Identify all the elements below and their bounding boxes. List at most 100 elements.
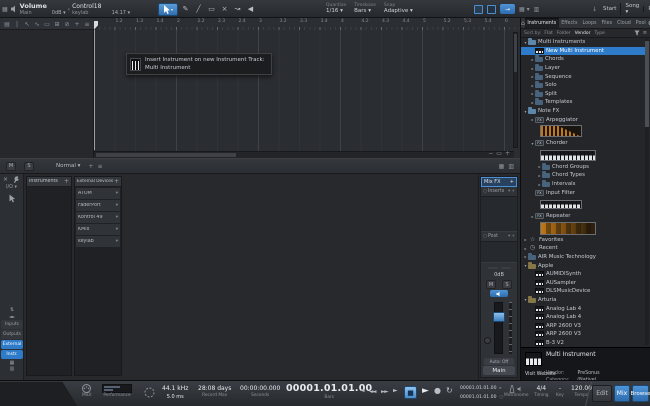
arrow-tool-button[interactable]: ▾ [158,2,178,16]
marker-icon[interactable]: | [12,21,22,28]
device-dropdown-icon[interactable]: ▾ [116,191,118,196]
previous-bar-button[interactable]: ◄ [360,387,365,394]
device-dropdown-icon[interactable]: ▾ [116,227,118,232]
pencil-tool-icon[interactable]: ╱ [192,5,205,13]
global-solo-button[interactable]: S [24,161,34,171]
punch-in-icon[interactable]: ▸ [500,385,502,393]
visit-website-link[interactable]: Visit Website [525,372,556,377]
quantize-value[interactable]: 1/16 ▾ [326,8,346,15]
browser-tree-item[interactable]: ▸ Chords [521,55,645,64]
inserts-dropdown-icon[interactable]: ▾ [508,189,510,194]
tab-effects[interactable]: Effects [559,18,580,28]
automation-icon[interactable]: ∿ [32,21,42,28]
loop-locators[interactable]: 00001.01.01.00 ▸ 00001.01.01.00 ○ [460,385,503,402]
device-dropdown-icon[interactable]: ▾ [116,203,118,208]
bend-tool-icon[interactable]: ↝ [231,5,244,13]
browser-scrollbar[interactable] [645,39,649,345]
browser-tree-item[interactable]: ARP 2600 V3 [521,321,645,330]
browse-view-button[interactable]: Browse [630,385,650,402]
automation-mode-button[interactable]: Auto: Off [484,358,514,365]
scroll-left-right-icon[interactable]: ◄► [0,314,24,319]
mixfx-add-icon[interactable]: + [510,179,514,185]
param-value[interactable]: 0dB ▾ [52,10,66,16]
project-page-button[interactable]: Project [643,6,650,12]
browser-tree-item[interactable]: DLSMusicDevice [521,287,645,296]
link-button[interactable] [487,266,498,269]
start-page-button[interactable]: Start [599,6,620,12]
browser-tree-item[interactable]: ▾ FX Chorder [521,139,645,148]
browser-tree-item[interactable]: New Multi Instrument [521,46,645,56]
snap-grid-toggle[interactable] [474,4,483,14]
browser-tree-item[interactable]: B-3 V2 [521,339,645,347]
device-dropdown-icon[interactable]: ▾ [116,215,118,220]
inserts-power-icon[interactable]: ○ [483,189,487,194]
device-row[interactable]: KMix ▾ [76,224,120,235]
browser-tree-item[interactable]: AUMIDISynth [521,270,645,279]
punch-out-icon[interactable]: ○ [500,394,504,402]
arrange-vertical-scrollbar[interactable] [513,32,518,148]
post-add-icon[interactable]: + [511,234,515,239]
edit-view-button[interactable]: Edit [592,385,612,402]
browser-tree-item[interactable]: ▾ Apple [521,261,645,270]
browser-tree-item[interactable]: AUSampler [521,278,645,287]
add-instrument-icon[interactable]: + [64,178,69,185]
external-devices-header[interactable]: External Devices + [75,177,121,187]
pointer-icon[interactable]: ↖ [22,21,32,28]
scrollbar-thumb[interactable] [645,41,649,127]
timebase-combo[interactable]: Timebase Bars ▾ [354,1,376,17]
zoom-in-button[interactable]: + [505,150,510,157]
browser-tree-item[interactable]: ARP 2600 V3 [521,330,645,339]
post-slot-area[interactable] [481,241,517,263]
inserts-header[interactable]: ○ Inserts ▾ + [481,187,517,196]
preview-thumbnail[interactable] [540,149,596,161]
add-track-icon[interactable]: + [72,21,82,28]
channel-solo-button[interactable]: S [502,280,512,289]
sidebar-tab-external[interactable]: External [1,340,23,349]
next-bar-button[interactable]: ► [393,387,398,394]
console-menu-button[interactable]: ≡ [97,163,102,170]
range-tool-icon[interactable]: ▭ [205,5,218,13]
console-narrow-icon[interactable]: ▥ [508,163,514,170]
scrollbar-thumb[interactable] [514,34,517,72]
device-dropdown-icon[interactable]: ▾ [116,239,118,244]
zoom-fit-button[interactable]: ▭ [496,150,502,157]
grid-icon[interactable]: ⊞ [52,21,62,28]
metronome-icon[interactable] [509,384,515,393]
sort-option-vendor[interactable]: Vendor [575,31,591,36]
device-row[interactable]: FaderPort ▾ [76,200,120,211]
preview-thumbnail[interactable] [540,125,582,138]
browser-tree-item[interactable]: ▸ Split [521,89,645,99]
timeline-ruler[interactable]: 1.2 1.3 1.4 2 2.2 2.3 2.4 3 3.2 3.3 3.4 4 4.2 4.3 4.4 5… [94,18,520,30]
post-power-icon[interactable]: ○ [483,234,487,239]
seconds-display[interactable]: 00:00:00.000 Seconds [240,384,280,399]
performance-panel-tab[interactable] [0,381,78,406]
grid-view-button[interactable]: ▦ ▾ [519,6,530,13]
tool-dropdown-icon[interactable]: ▾ [171,7,173,12]
key-display[interactable]: - Key [556,384,564,399]
snap-combo[interactable]: Snap Adaptive ▾ [384,1,413,17]
channel-mute-button[interactable]: M [486,280,496,289]
play-button[interactable]: ► [422,386,429,396]
timing-display[interactable]: 4/4 Timing [534,384,549,399]
hand-cursor-icon[interactable] [8,194,16,203]
channel-width-select[interactable]: Normal ▾ [56,163,80,169]
browser-tree-item[interactable]: ▸ Solo [521,81,645,90]
browser-tree-item[interactable]: ▸ Layer [521,64,645,73]
mute-tool-icon[interactable]: × [218,5,231,13]
snap-relative-toggle[interactable] [487,4,496,14]
sort-option-type[interactable]: Type [594,31,604,36]
inserts-add-icon[interactable]: + [511,189,515,194]
sidebar-tab-inputs[interactable]: Inputs [1,320,23,329]
scrollbar-thumb[interactable] [96,153,236,157]
browser-tree-item[interactable]: ▾ Multi Instruments [521,38,645,47]
performance-meter[interactable]: Performance [102,384,132,399]
instruments-rack-header[interactable]: Instruments + [27,177,71,187]
collapse-all-icon[interactable]: ≡ [643,30,647,36]
paint-tool-icon[interactable]: ✎ [179,5,192,13]
tab-loops[interactable]: Loops [580,18,599,28]
menu-icon[interactable]: ≡ [82,21,92,28]
layers-button[interactable]: ▥ [534,6,540,13]
arrange-horizontal-scrollbar[interactable] [94,151,514,158]
quantize-combo[interactable]: Quantize 1/16 ▾ [326,1,346,17]
zoom-out-button[interactable]: − [488,150,493,157]
